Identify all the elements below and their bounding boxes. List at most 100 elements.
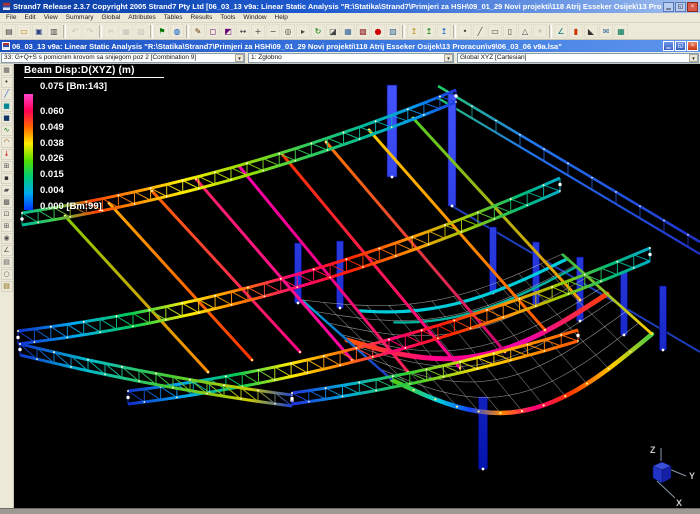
view-ring-icon[interactable]: ○	[1, 269, 13, 280]
model-minimize-button[interactable]: ▁	[663, 41, 674, 51]
menu-results[interactable]: Results	[187, 14, 217, 21]
toolbar-separator	[186, 25, 189, 38]
brick-tool-icon[interactable]: ▯	[503, 24, 517, 38]
show-plates-icon[interactable]: ■	[1, 101, 13, 112]
node-tool-icon[interactable]: •	[458, 24, 472, 38]
pin-y-icon[interactable]: ↥	[422, 24, 436, 38]
paste-icon[interactable]: ▧	[134, 24, 148, 38]
contour-settings-icon[interactable]: ▮	[569, 24, 583, 38]
model-viewport[interactable]: ZYX Beam Disp:D(XYZ) (m) 0.075 [Bm:143]0…	[14, 64, 700, 508]
select-pointer-icon[interactable]: ▸	[296, 24, 310, 38]
show-beams-icon[interactable]: ╱	[1, 89, 13, 100]
redo-icon[interactable]: ↷	[83, 24, 97, 38]
zoom-select-icon[interactable]: ◉	[1, 233, 13, 244]
rotate-view-icon[interactable]: ↻	[311, 24, 325, 38]
groups-icon[interactable]: ▨	[386, 24, 400, 38]
case-toolbar: 33: G+Q+S s pomicnim krovom sa snijegom …	[0, 52, 700, 64]
show-restraints-icon[interactable]: ⊞	[1, 161, 13, 172]
model-window-icon	[2, 42, 10, 50]
model-restore-button[interactable]: ◱	[675, 41, 686, 51]
pan-icon[interactable]: ↔	[236, 24, 250, 38]
model-window-title: 06_03_13 v9a: Linear Static Analysis "R:…	[12, 42, 661, 51]
zoom-out-icon[interactable]: −	[266, 24, 280, 38]
select-plates-icon[interactable]: ▩	[1, 197, 13, 208]
cut-icon[interactable]: ✂	[104, 24, 118, 38]
notes-icon[interactable]: ▤	[1, 257, 13, 268]
strand7-window: Strand7 Release 2.3.7 Copyright 2005 Str…	[0, 0, 700, 514]
plate-tool-icon[interactable]: ▭	[488, 24, 502, 38]
coordinate-system-value: Global XYZ [Cartesian]	[458, 54, 689, 61]
display-options-icon[interactable]: ▩	[356, 24, 370, 38]
hidden-line-icon[interactable]: ◪	[326, 24, 340, 38]
show-links-icon[interactable]: ∿	[1, 125, 13, 136]
new-file-icon[interactable]: ▤	[2, 24, 16, 38]
poly-tool-icon[interactable]: △	[518, 24, 532, 38]
menu-tools[interactable]: Tools	[216, 14, 239, 21]
measure-angle-icon[interactable]: ∠	[1, 245, 13, 256]
minimize-button[interactable]: ▁	[663, 2, 674, 12]
restore-button[interactable]: ◱	[675, 2, 686, 12]
record-icon[interactable]: ●	[371, 24, 385, 38]
zoom-all-icon[interactable]: ◎	[281, 24, 295, 38]
menu-window[interactable]: Window	[239, 14, 270, 21]
online-icon[interactable]: ◍	[170, 24, 184, 38]
freedom-case-combo[interactable]: 1: Zglobno ▼	[248, 53, 454, 63]
title-bar[interactable]: Strand7 Release 2.3.7 Copyright 2005 Str…	[0, 0, 700, 13]
solver-icon[interactable]: ⚑	[155, 24, 169, 38]
menu-file[interactable]: File	[2, 14, 20, 21]
zoom-in-icon[interactable]: +	[251, 24, 265, 38]
toolbar-separator	[150, 25, 153, 38]
legend-entries: 0.075 [Bm:143]0.0600.0490.0380.0260.0150…	[40, 81, 107, 217]
show-loads-icon[interactable]: ↓	[1, 149, 13, 160]
show-nodes-icon[interactable]: •	[1, 77, 13, 88]
menu-global[interactable]: Global	[97, 14, 124, 21]
peek-icon[interactable]: ◣	[584, 24, 598, 38]
menu-help[interactable]: Help	[271, 14, 292, 21]
tables-icon[interactable]: ▦	[614, 24, 628, 38]
copy-icon[interactable]: ▦	[119, 24, 133, 38]
dropdown-arrow-icon[interactable]: ▼	[689, 54, 698, 62]
clipboard-icon[interactable]: ▤	[1, 281, 13, 292]
zoom-box-icon[interactable]: ◻	[206, 24, 220, 38]
open-file-icon[interactable]: ▭	[17, 24, 31, 38]
menu-attributes[interactable]: Attributes	[124, 14, 159, 21]
show-bricks-icon[interactable]: ■	[1, 113, 13, 124]
select-nodes-icon[interactable]: ▪	[1, 173, 13, 184]
show-paths-icon[interactable]: ◠	[1, 137, 13, 148]
model-close-button[interactable]: ×	[687, 41, 698, 51]
legend-entry: 0.049	[40, 122, 107, 138]
entity-toggles-icon[interactable]: ▦	[341, 24, 355, 38]
select-all-icon[interactable]: ⊞	[1, 221, 13, 232]
menu-tables[interactable]: Tables	[160, 14, 187, 21]
pin-z-icon[interactable]: ↥	[437, 24, 451, 38]
close-button[interactable]: ×	[687, 2, 698, 12]
child-title-bar[interactable]: 06_03_13 v9a: Linear Static Analysis "R:…	[0, 40, 700, 52]
select-beams-icon[interactable]: ▰	[1, 185, 13, 196]
result-case-combo[interactable]: 33: G+Q+S s pomicnim krovom sa snijegom …	[1, 53, 245, 63]
purlin	[196, 179, 352, 360]
measure-icon[interactable]: ∠	[554, 24, 568, 38]
edit-mode-icon[interactable]: ✎	[191, 24, 205, 38]
zoom-dynamic-icon[interactable]: ◩	[221, 24, 235, 38]
beam-tool-icon[interactable]: ╱	[473, 24, 487, 38]
toolbar-separator	[549, 25, 552, 38]
legend-entry: 0.000 [Bm:99]	[40, 201, 107, 217]
print-icon[interactable]: ▥	[47, 24, 61, 38]
dropdown-arrow-icon[interactable]: ▼	[235, 54, 244, 62]
model-window-controls: ▁ ◱ ×	[663, 41, 698, 51]
dropdown-arrow-icon[interactable]: ▼	[444, 54, 453, 62]
window-title: Strand7 Release 2.3.7 Copyright 2005 Str…	[13, 2, 661, 11]
menu-edit[interactable]: Edit	[20, 14, 39, 21]
menu-summary[interactable]: Summary	[62, 14, 98, 21]
select-bricks-icon[interactable]: ⊡	[1, 209, 13, 220]
save-file-icon[interactable]: ▣	[32, 24, 46, 38]
pin-x-icon[interactable]: ↥	[407, 24, 421, 38]
coordinate-system-combo[interactable]: Global XYZ [Cartesian] ▼	[457, 53, 699, 63]
truss-3	[128, 248, 650, 404]
vertex-tool-icon[interactable]: ◦	[533, 24, 547, 38]
menu-view[interactable]: View	[40, 14, 62, 21]
window-resize-edge[interactable]	[0, 508, 700, 514]
mail-icon[interactable]: ✉	[599, 24, 613, 38]
show-grid-icon[interactable]: ▦	[1, 65, 13, 76]
undo-icon[interactable]: ↶	[68, 24, 82, 38]
